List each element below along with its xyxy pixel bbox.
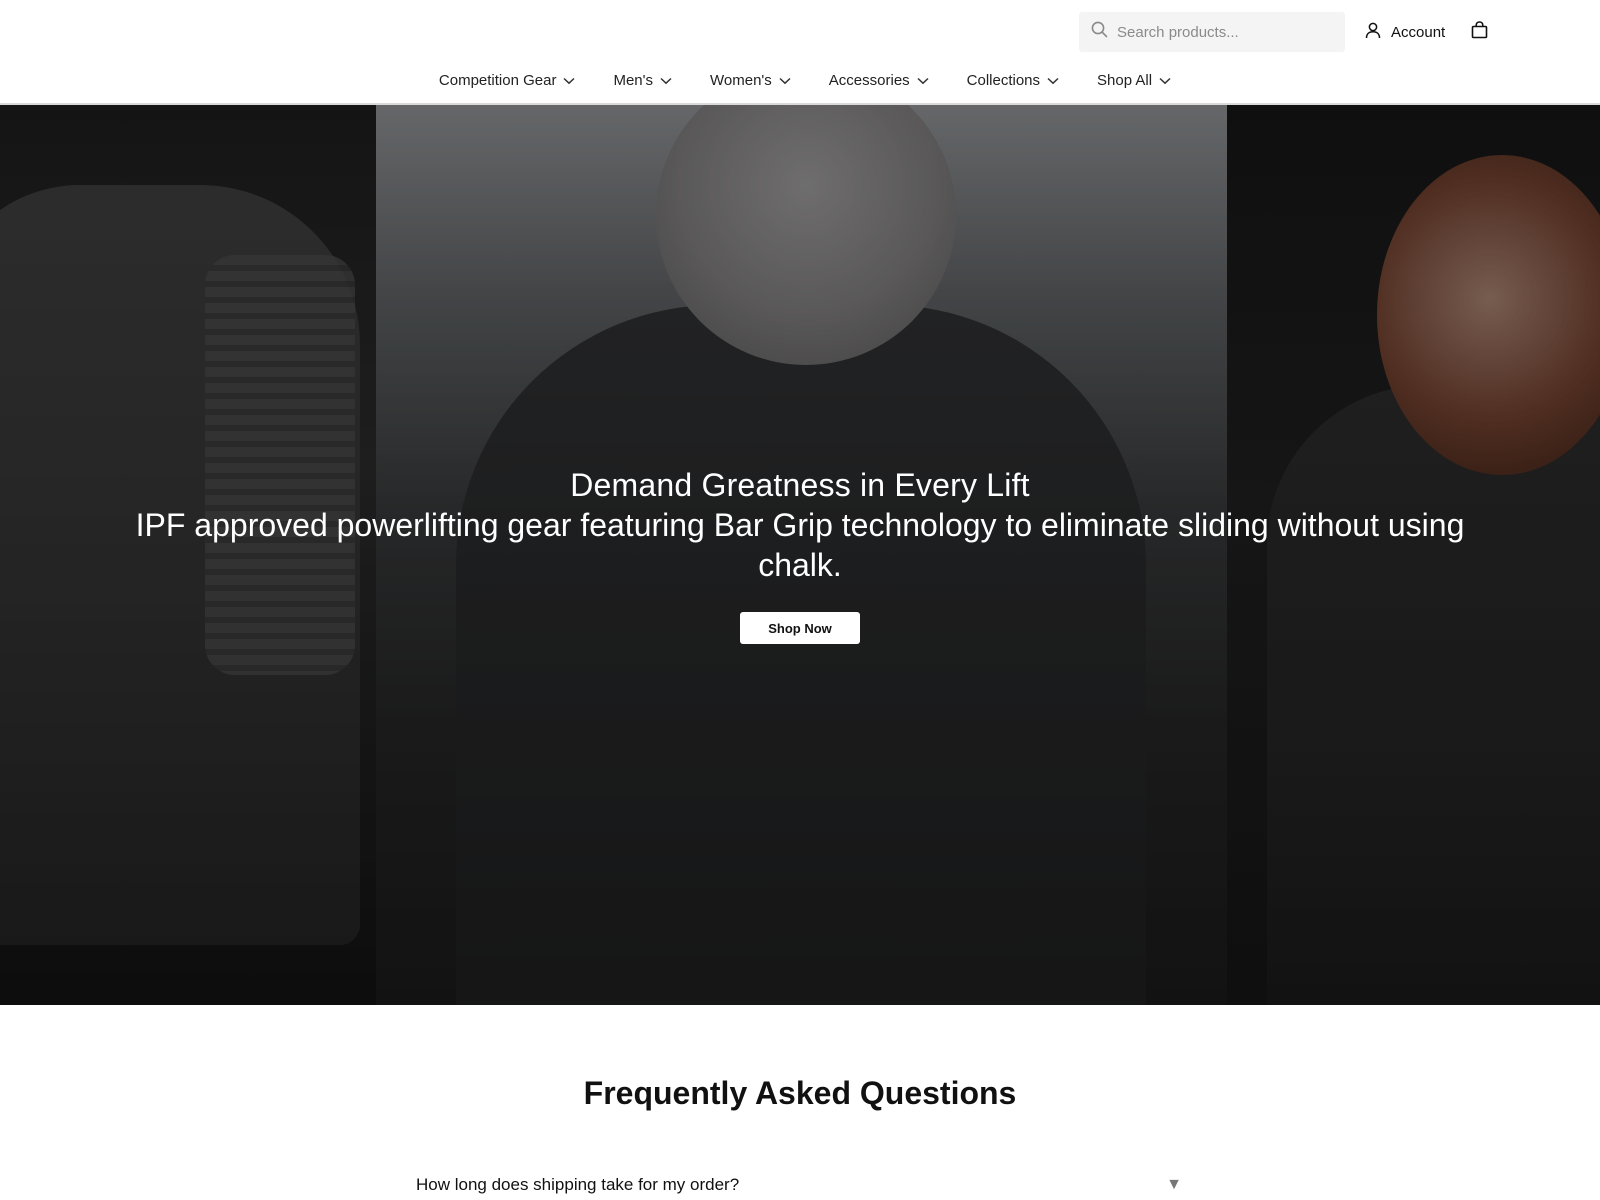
nav-item-label: Accessories <box>828 72 910 89</box>
nav-item-mens[interactable]: Men's <box>613 72 672 89</box>
nav-item-accessories[interactable]: Accessories <box>829 72 929 89</box>
user-icon <box>1365 22 1381 43</box>
nav-item-label: Men's <box>613 72 654 89</box>
chevron-down-icon <box>1047 72 1059 89</box>
chevron-down-icon <box>1159 72 1171 89</box>
cart-button[interactable] <box>1471 20 1488 44</box>
shop-now-button[interactable]: Shop Now <box>740 612 860 644</box>
nav-item-womens[interactable]: Women's <box>710 72 791 89</box>
search-box[interactable] <box>1079 12 1345 52</box>
hero-banner: Demand Greatness in Every Lift IPF appro… <box>0 105 1600 1005</box>
nav-item-shop-all[interactable]: Shop All <box>1097 72 1171 89</box>
nav-item-label: Competition Gear <box>438 72 557 89</box>
nav-item-competition-gear[interactable]: Competition Gear <box>439 72 576 89</box>
faq-title: Frequently Asked Questions <box>583 1075 1017 1111</box>
chevron-down-icon <box>660 72 672 89</box>
main-nav: Competition Gear Men's Women's Accessori… <box>0 72 1600 89</box>
nav-item-collections[interactable]: Collections <box>967 72 1059 89</box>
faq-question: How long does shipping take for my order… <box>416 1175 740 1194</box>
hero-subtitle: IPF approved powerlifting gear featuring… <box>135 507 1465 583</box>
search-icon <box>1091 21 1108 43</box>
account-link[interactable]: Account <box>1365 22 1445 43</box>
faq-item[interactable]: How long does shipping take for my order… <box>416 1175 1182 1200</box>
header-utility-bar: Account <box>1079 12 1488 52</box>
hero-title: Demand Greatness in Every Lift <box>570 467 1030 503</box>
nav-item-label: Women's <box>710 72 772 89</box>
site-header: Account Competition Gear Men's Women's A… <box>0 0 1600 105</box>
shopping-bag-icon <box>1471 20 1488 44</box>
nav-item-label: Shop All <box>1097 72 1153 89</box>
chevron-down-icon <box>563 72 575 89</box>
chevron-down-icon <box>779 72 791 89</box>
search-input[interactable] <box>1117 23 1337 41</box>
faq-section: Frequently Asked Questions How long does… <box>0 1005 1600 1200</box>
triangle-down-icon: ▼ <box>1166 1176 1182 1193</box>
account-label: Account <box>1391 23 1446 41</box>
nav-item-label: Collections <box>966 72 1041 89</box>
chevron-down-icon <box>917 72 929 89</box>
